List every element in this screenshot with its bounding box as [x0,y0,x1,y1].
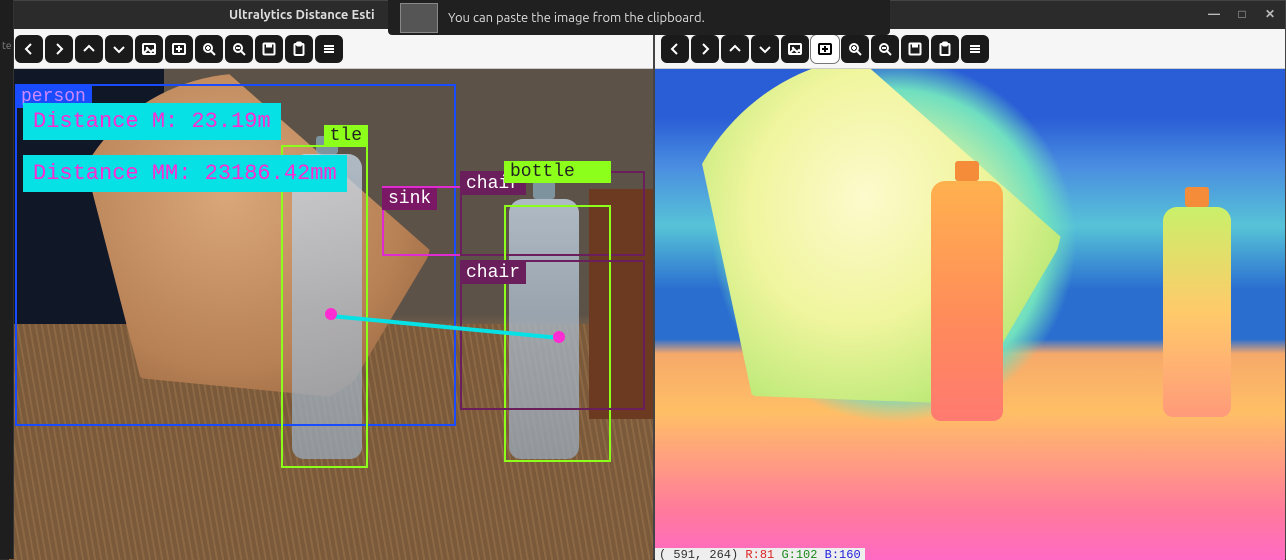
depth-bottle-2 [1163,207,1231,417]
distance-window: Ultralytics Distance Esti person tle [8,0,654,559]
depth-bottle-1 [931,181,1003,421]
right-image-area: ( 591, 264) R:81 G:102 B:160 [655,69,1285,560]
settings-icon[interactable] [961,35,989,63]
depth-window: Depth Estimation — □ ✕ ( 591, 264) R:81 … [654,0,1286,559]
pixel-readout: ( 591, 264) R:81 G:102 B:160 [655,548,865,560]
back-icon[interactable] [661,35,689,63]
label-bottle2: bottle [504,161,611,183]
close-icon[interactable]: ✕ [1263,8,1277,22]
clipboard-icon[interactable] [931,35,959,63]
clipboard-icon[interactable] [285,35,313,63]
left-image-area: person tle sink chair bottle chair Dista… [9,69,653,560]
image-icon[interactable] [135,35,163,63]
label-sink: sink [382,188,437,210]
distance-point-b [553,331,565,343]
save-icon[interactable] [901,35,929,63]
distance-mm-readout: Distance MM: 23186.42mm [23,155,347,192]
maximize-icon[interactable]: □ [1235,8,1249,22]
zoom-out-icon[interactable] [225,35,253,63]
toolbar-right [655,29,1285,69]
distance-m-readout: Distance M: 23.19m [23,103,281,140]
image-icon[interactable] [781,35,809,63]
bbox-bottle-1: tle [281,145,368,468]
distance-point-a [325,308,337,320]
zoom-in-icon[interactable] [195,35,223,63]
depth-scene [655,69,1285,560]
zoom-in-icon[interactable] [841,35,869,63]
minimize-icon[interactable]: — [1207,8,1221,22]
ide-sidebar: te [0,0,14,559]
image2-icon[interactable] [811,35,839,63]
down-icon[interactable] [105,35,133,63]
save-icon[interactable] [255,35,283,63]
zoom-out-icon[interactable] [871,35,899,63]
settings-icon[interactable] [315,35,343,63]
up-icon[interactable] [721,35,749,63]
forward-icon[interactable] [691,35,719,63]
label-chair-mid: chair [460,262,526,284]
bbox-sink: sink [382,186,462,256]
toolbar-left [9,29,653,69]
paste-tooltip: You can paste the image from the clipboa… [388,0,890,35]
forward-icon[interactable] [45,35,73,63]
back-icon[interactable] [15,35,43,63]
up-icon[interactable] [75,35,103,63]
down-icon[interactable] [751,35,779,63]
image2-icon[interactable] [165,35,193,63]
tooltip-text: You can paste the image from the clipboa… [448,11,705,25]
label-bottle1: tle [324,125,368,147]
